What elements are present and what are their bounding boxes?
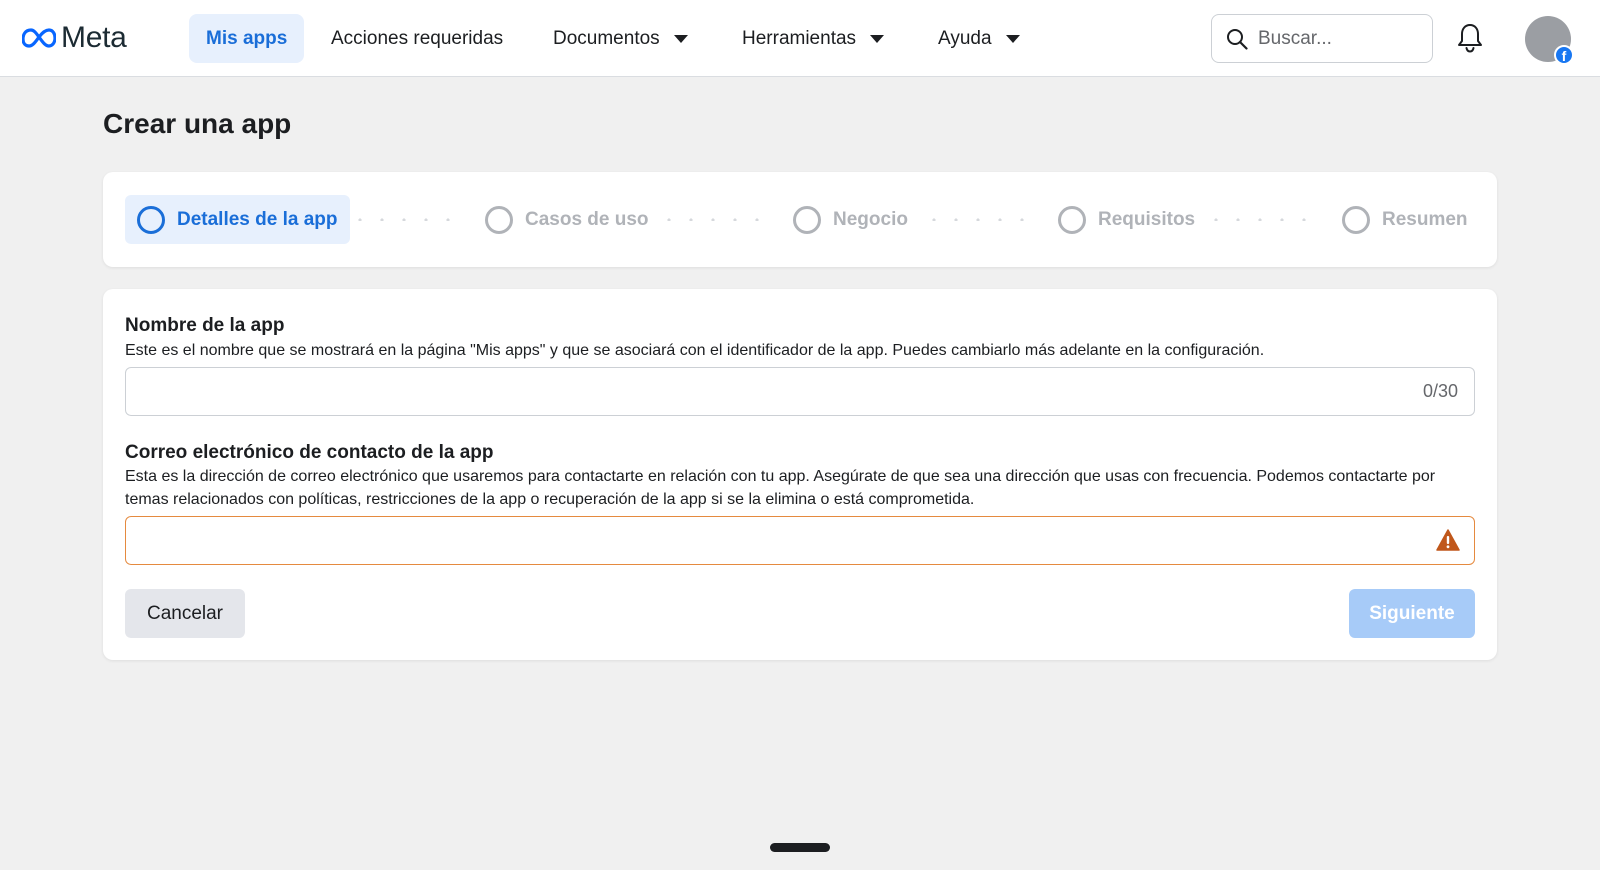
- app-name-field[interactable]: 0/30: [125, 367, 1475, 416]
- step-circle-icon: [485, 205, 513, 234]
- contact-email-input[interactable]: [138, 517, 1378, 564]
- step-casos-de-uso[interactable]: Casos de uso: [485, 195, 649, 244]
- bell-icon[interactable]: [1455, 22, 1485, 54]
- nav-label: Acciones requeridas: [331, 27, 504, 49]
- step-circle-icon: [137, 205, 165, 234]
- create-app-form: Nombre de la app Este es el nombre que s…: [103, 289, 1497, 660]
- step-connector: [1205, 218, 1317, 221]
- search-input[interactable]: [1258, 27, 1408, 50]
- caret-down-icon: [1005, 34, 1020, 43]
- warning-icon: [1436, 529, 1460, 551]
- character-counter: 0/30: [1422, 381, 1458, 401]
- step-requisitos[interactable]: Requisitos: [1058, 195, 1195, 244]
- contact-email-description: Esta es la dirección de correo electróni…: [125, 468, 1436, 508]
- nav-label: Mis apps: [206, 27, 288, 49]
- step-label: Negocio: [833, 208, 908, 230]
- search-icon: [1227, 28, 1248, 50]
- step-label: Requisitos: [1098, 208, 1196, 230]
- nav-herramientas[interactable]: Herramientas: [742, 14, 885, 63]
- home-indicator: [770, 843, 830, 852]
- search-box[interactable]: [1211, 14, 1433, 63]
- step-detalles[interactable]: Detalles de la app: [125, 195, 350, 244]
- contact-email-field[interactable]: [125, 516, 1475, 565]
- next-button[interactable]: Siguiente: [1349, 589, 1475, 638]
- stepper: Detalles de la app Casos de uso Negocio …: [103, 172, 1497, 267]
- facebook-badge-icon: f: [1554, 45, 1574, 65]
- nav-acciones-requeridas[interactable]: Acciones requeridas: [331, 14, 503, 63]
- contact-email-label: Correo electrónico de contacto de la app: [125, 442, 494, 463]
- step-circle-icon: [793, 205, 821, 234]
- meta-logo[interactable]: Meta: [22, 21, 127, 54]
- nav-label: Herramientas: [742, 27, 857, 49]
- app-name-description: Este es el nombre que se mostrará en la …: [125, 342, 1265, 359]
- nav-label: Ayuda: [938, 27, 992, 49]
- logo-text: Meta: [61, 21, 127, 54]
- nav-label: Documentos: [553, 27, 660, 49]
- avatar[interactable]: f: [1525, 16, 1574, 65]
- step-label: Casos de uso: [525, 208, 649, 230]
- nav-documentos[interactable]: Documentos: [553, 14, 688, 63]
- page-title: Crear una app: [103, 108, 292, 139]
- caret-down-icon: [673, 34, 688, 43]
- step-label: Resumen: [1382, 208, 1468, 230]
- meta-infinity-icon: [22, 28, 56, 48]
- caret-down-icon: [870, 34, 885, 43]
- nav-ayuda[interactable]: Ayuda: [938, 14, 1020, 63]
- app-name-input[interactable]: [138, 368, 1378, 415]
- step-label: Detalles de la app: [177, 208, 338, 230]
- step-circle-icon: [1342, 205, 1370, 234]
- cancel-button[interactable]: Cancelar: [125, 589, 245, 638]
- step-connector: [658, 218, 770, 221]
- app-name-label: Nombre de la app: [125, 315, 285, 336]
- nav-mis-apps[interactable]: Mis apps: [189, 14, 305, 63]
- step-circle-icon: [1058, 205, 1086, 234]
- step-resumen[interactable]: Resumen: [1342, 195, 1468, 244]
- step-connector: [923, 218, 1035, 221]
- top-navigation-bar: Meta Mis apps Acciones requeridas Docume…: [0, 0, 1600, 77]
- step-connector: [349, 218, 461, 221]
- step-negocio[interactable]: Negocio: [793, 195, 908, 244]
